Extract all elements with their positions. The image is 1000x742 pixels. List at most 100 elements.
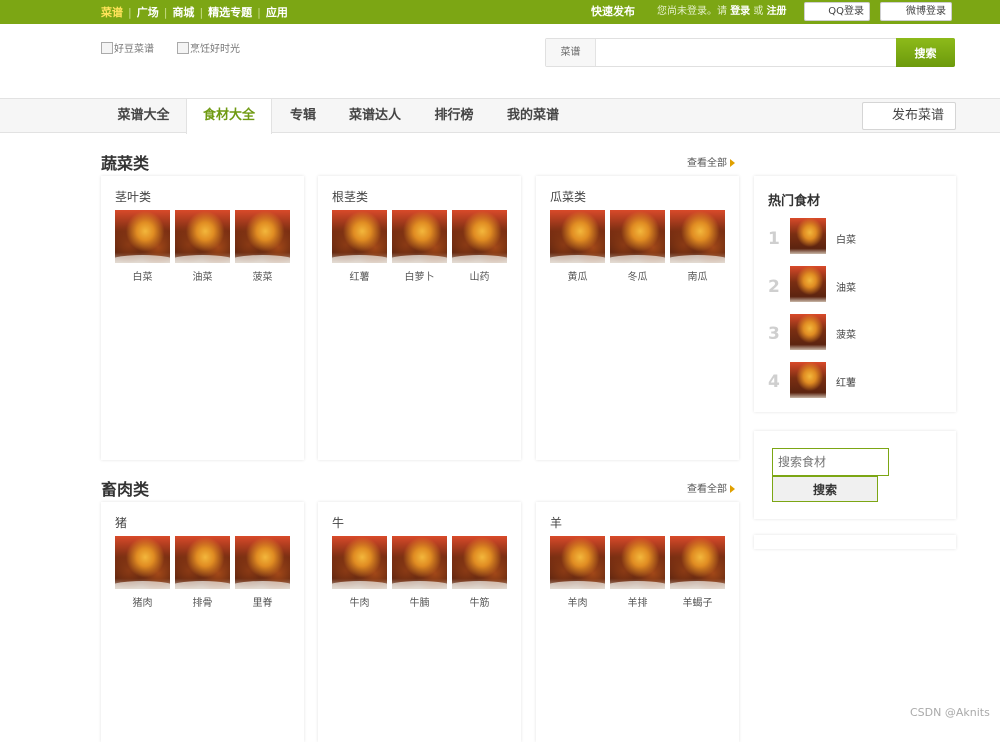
publish-recipe-button[interactable]: 发布菜谱 — [862, 102, 956, 130]
ingredient-label[interactable]: 红薯 — [332, 268, 387, 283]
ingredient-search-input[interactable] — [772, 448, 889, 476]
nav-ingredients-all[interactable]: 食材大全 — [186, 99, 272, 134]
ingredient-label[interactable]: 菠菜 — [235, 268, 290, 283]
site-logo[interactable]: 好豆菜谱 — [101, 40, 154, 55]
weibo-login-button[interactable]: 微博登录 — [880, 2, 952, 21]
ingredient-label[interactable]: 羊排 — [610, 594, 665, 609]
card-title[interactable]: 牛 — [332, 514, 344, 531]
card-title[interactable]: 瓜菜类 — [550, 188, 586, 205]
ingredient-label[interactable]: 白萝卜 — [392, 268, 447, 283]
hot-ingredient-label[interactable]: 白菜 — [836, 231, 856, 246]
card-title[interactable]: 茎叶类 — [115, 188, 151, 205]
hot-ingredient-label[interactable]: 菠菜 — [836, 326, 856, 341]
ingredient-thumbnail[interactable] — [235, 536, 290, 589]
top-nav-featured[interactable]: 精选专题 — [208, 4, 252, 20]
ingredient-thumbnail[interactable] — [392, 536, 447, 589]
hot-ingredient-thumbnail[interactable] — [790, 314, 826, 350]
ingredient-label[interactable]: 猪肉 — [115, 594, 170, 609]
top-nav-mall[interactable]: 商城 — [172, 4, 194, 20]
qq-login-button[interactable]: QQ登录 — [804, 2, 870, 21]
register-link[interactable]: 注册 — [767, 6, 787, 17]
category-card-leafy: 茎叶类 白菜 油菜 菠菜 — [101, 176, 304, 460]
ingredient-thumbnail[interactable] — [670, 536, 725, 589]
rank-number: 1 — [768, 229, 780, 249]
login-prompt: 您尚未登录。请 登录 或 注册 — [657, 0, 787, 24]
section-title-meat: 畜肉类 — [101, 480, 150, 499]
quick-publish-link[interactable]: 快速发布 — [591, 0, 635, 24]
ingredient-thumbnail[interactable] — [175, 536, 230, 589]
ingredient-label[interactable]: 油菜 — [175, 268, 230, 283]
login-prefix: 您尚未登录。请 — [657, 6, 727, 17]
arrow-right-icon — [730, 485, 735, 493]
ingredient-label[interactable]: 牛筋 — [452, 594, 507, 609]
view-all-meat[interactable]: 查看全部 — [687, 480, 735, 495]
search-bar: 菜谱 搜索 — [545, 38, 955, 67]
view-all-vegetables[interactable]: 查看全部 — [687, 154, 735, 169]
ingredient-thumbnail[interactable] — [175, 210, 230, 263]
hot-ingredient-label[interactable]: 红薯 — [836, 374, 856, 389]
ingredient-label[interactable]: 羊蝎子 — [670, 594, 725, 609]
ingredient-thumbnail[interactable] — [392, 210, 447, 263]
slogan-logo-alt: 烹饪好时光 — [190, 44, 240, 55]
ingredient-search-panel: 搜索 — [754, 431, 956, 519]
nav-rankings[interactable]: 排行榜 — [416, 99, 492, 133]
top-nav-apps[interactable]: 应用 — [266, 4, 288, 20]
ingredient-label[interactable]: 排骨 — [175, 594, 230, 609]
ingredient-search-button[interactable]: 搜索 — [772, 476, 878, 502]
ingredient-thumbnail[interactable] — [670, 210, 725, 263]
slogan-logo: 烹饪好时光 — [177, 40, 240, 55]
ingredient-label[interactable]: 牛腩 — [392, 594, 447, 609]
view-all-label: 查看全部 — [687, 484, 727, 495]
hot-ingredient-thumbnail[interactable] — [790, 218, 826, 254]
ingredient-thumbnail[interactable] — [332, 210, 387, 263]
rank-number: 2 — [768, 277, 780, 297]
ingredient-thumbnail[interactable] — [550, 536, 605, 589]
nav-recipes-all[interactable]: 菜谱大全 — [101, 99, 186, 133]
card-title[interactable]: 猪 — [115, 514, 127, 531]
hot-ingredient-thumbnail[interactable] — [790, 362, 826, 398]
nav-recipe-experts[interactable]: 菜谱达人 — [334, 99, 416, 133]
search-input[interactable] — [597, 39, 895, 66]
card-title[interactable]: 根茎类 — [332, 188, 368, 205]
top-nav-recipes[interactable]: 菜谱 — [101, 4, 123, 20]
ingredient-label[interactable]: 里脊 — [235, 594, 290, 609]
ingredient-label[interactable]: 白菜 — [115, 268, 170, 283]
ingredient-label[interactable]: 山药 — [452, 268, 507, 283]
ingredient-thumbnail[interactable] — [452, 536, 507, 589]
nav-my-recipes[interactable]: 我的菜谱 — [492, 99, 574, 133]
category-card-beef: 牛 牛肉 牛腩 牛筋 — [318, 502, 521, 742]
ingredient-thumbnail[interactable] — [115, 536, 170, 589]
ingredient-thumbnail[interactable] — [550, 210, 605, 263]
section-title-vegetables: 蔬菜类 — [101, 154, 150, 173]
ingredient-thumbnail[interactable] — [452, 210, 507, 263]
ingredient-thumbnail[interactable] — [235, 210, 290, 263]
ingredient-label[interactable]: 南瓜 — [670, 268, 725, 283]
ingredient-label[interactable]: 羊肉 — [550, 594, 605, 609]
card-title[interactable]: 羊 — [550, 514, 562, 531]
or-text: 或 — [753, 6, 764, 17]
ingredient-thumbnail[interactable] — [610, 210, 665, 263]
ingredient-thumbnail[interactable] — [610, 536, 665, 589]
login-link[interactable]: 登录 — [730, 6, 750, 17]
category-card-lamb: 羊 羊肉 羊排 羊蝎子 — [536, 502, 739, 742]
hot-ingredients-title: 热门食材 — [768, 194, 821, 209]
nav-albums[interactable]: 专辑 — [272, 99, 334, 133]
hot-ingredient-label[interactable]: 油菜 — [836, 279, 856, 294]
watermark: CSDN @Aknits — [910, 706, 990, 719]
ingredient-thumbnail[interactable] — [332, 536, 387, 589]
rank-number: 4 — [768, 372, 780, 392]
top-nav-plaza[interactable]: 广场 — [137, 4, 159, 20]
category-card-pork: 猪 猪肉 排骨 里脊 — [101, 502, 304, 742]
ingredient-label[interactable]: 牛肉 — [332, 594, 387, 609]
view-all-label: 查看全部 — [687, 158, 727, 169]
top-nav: 菜谱 | 广场 | 商城 | 精选专题 | 应用 — [101, 4, 288, 20]
ingredient-label[interactable]: 黄瓜 — [550, 268, 605, 283]
rank-number: 3 — [768, 324, 780, 344]
search-category-select[interactable]: 菜谱 — [546, 39, 596, 66]
hot-ingredients-panel: 热门食材 1 白菜 2 油菜 3 菠菜 4 红薯 — [754, 176, 956, 412]
hot-ingredient-thumbnail[interactable] — [790, 266, 826, 302]
broken-image-icon — [177, 41, 189, 54]
ingredient-thumbnail[interactable] — [115, 210, 170, 263]
ingredient-label[interactable]: 冬瓜 — [610, 268, 665, 283]
search-button[interactable]: 搜索 — [896, 38, 955, 67]
